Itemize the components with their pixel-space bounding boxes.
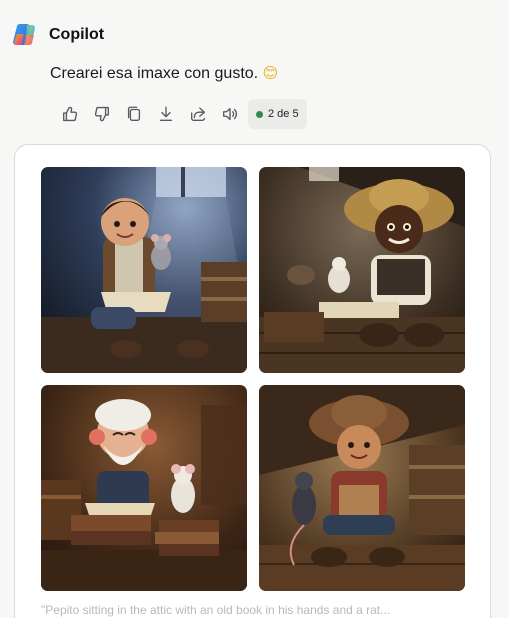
- copy-button[interactable]: [118, 98, 150, 130]
- image-1-artwork: [41, 167, 247, 373]
- thumbs-down-icon: [94, 106, 109, 122]
- image-4-artwork: [259, 385, 465, 591]
- copilot-logo-icon: [13, 23, 35, 46]
- app-name: Copilot: [49, 26, 105, 43]
- copilot-header: Copilot: [12, 22, 104, 48]
- generated-image-2[interactable]: [259, 167, 465, 373]
- status-dot: [256, 110, 263, 118]
- response-pager[interactable]: 2 de 5: [248, 99, 307, 129]
- generated-image-3[interactable]: [41, 385, 247, 591]
- message-actions: 2 de 5: [54, 98, 307, 130]
- image-caption: "Pepito sitting in the attic with an old…: [41, 603, 391, 617]
- generated-image-1[interactable]: [41, 167, 247, 373]
- message-text: Crearei esa imaxe con gusto.: [50, 65, 259, 82]
- read-aloud-button[interactable]: [214, 98, 246, 130]
- smile-emoji: 😊: [262, 64, 279, 82]
- download-icon: [159, 106, 173, 121]
- assistant-message: Crearei esa imaxe con gusto. 😊: [50, 64, 278, 83]
- thumbs-up-icon: [63, 106, 78, 122]
- image-2-artwork: [259, 167, 465, 373]
- speaker-icon: [223, 107, 237, 121]
- share-icon: [191, 107, 205, 121]
- share-button[interactable]: [182, 98, 214, 130]
- copy-icon: [127, 106, 141, 121]
- pager-label: 2 de 5: [268, 108, 299, 120]
- generated-image-4[interactable]: [259, 385, 465, 591]
- download-button[interactable]: [150, 98, 182, 130]
- image-gallery-card: "Pepito sitting in the attic with an old…: [14, 144, 491, 618]
- image-3-artwork: [41, 385, 247, 591]
- thumbs-down-button[interactable]: [86, 98, 118, 130]
- thumbs-up-button[interactable]: [54, 98, 86, 130]
